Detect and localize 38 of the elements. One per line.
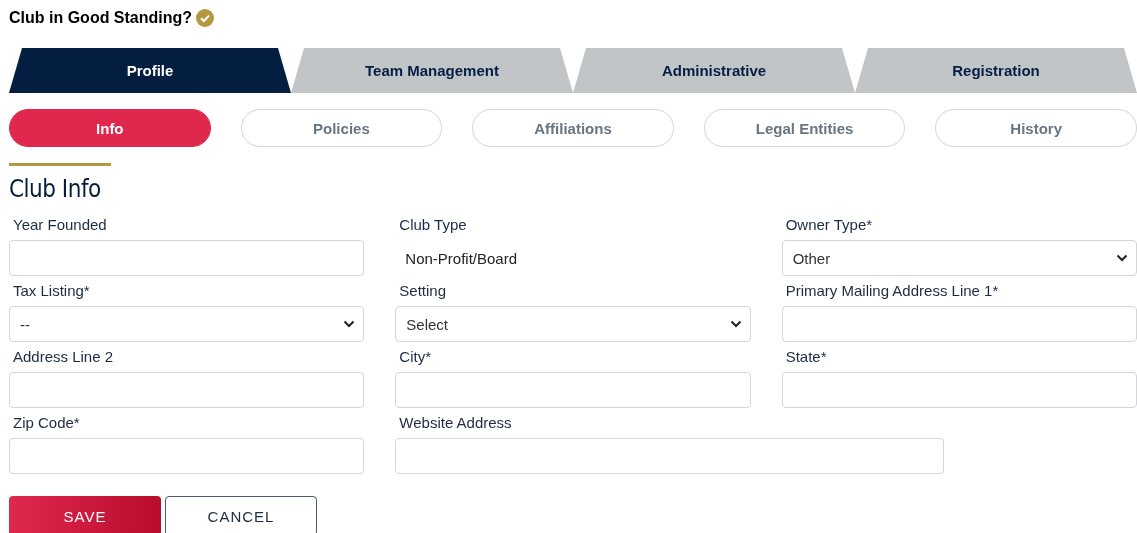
pill-tab[interactable]: Info xyxy=(9,109,211,147)
tab[interactable]: Team Management xyxy=(291,48,573,93)
input-field[interactable] xyxy=(781,372,1137,408)
field-label: State* xyxy=(784,347,828,367)
field-label: Owner Type* xyxy=(784,215,874,235)
pill-tab[interactable]: Policies xyxy=(240,109,443,147)
field-label: Address Line 2 xyxy=(12,347,115,367)
chevron-down-icon xyxy=(1116,254,1128,262)
standing-title: Club in Good Standing? xyxy=(9,9,193,27)
input-field[interactable] xyxy=(395,438,945,474)
pill-tab[interactable]: Affiliations xyxy=(472,109,674,147)
field-label: Setting xyxy=(398,281,448,301)
cancel-button[interactable]: CANCEL xyxy=(165,496,317,533)
tab[interactable]: Administrative xyxy=(573,48,855,93)
pill-tab[interactable]: Legal Entities xyxy=(703,109,906,147)
input-field[interactable] xyxy=(395,372,751,408)
save-button[interactable]: SAVE xyxy=(9,496,161,533)
input-field[interactable] xyxy=(781,306,1137,342)
input-field[interactable] xyxy=(9,240,365,276)
input-field[interactable] xyxy=(9,438,365,474)
field-label: Primary Mailing Address Line 1* xyxy=(784,281,1000,301)
tab[interactable]: Registration xyxy=(855,48,1137,93)
pill-tab[interactable]: History xyxy=(935,109,1137,147)
field-label: City* xyxy=(398,347,432,367)
field-label: Website Address xyxy=(398,413,513,433)
tab[interactable]: Profile xyxy=(9,48,291,93)
field-label: Year Founded xyxy=(12,215,108,235)
chevron-down-icon xyxy=(343,320,356,328)
field-value: Non-Profit/Board xyxy=(404,248,519,269)
field-label: Tax Listing* xyxy=(12,281,91,301)
select-field[interactable]: Other xyxy=(781,240,1137,276)
field-label: Zip Code* xyxy=(12,413,81,433)
field-label: Club Type xyxy=(398,215,468,235)
select-field[interactable]: -- xyxy=(9,306,365,342)
section-title: Club Info xyxy=(9,176,101,202)
input-field[interactable] xyxy=(9,372,365,408)
select-field[interactable]: Select xyxy=(395,306,751,342)
chevron-down-icon xyxy=(729,320,742,328)
